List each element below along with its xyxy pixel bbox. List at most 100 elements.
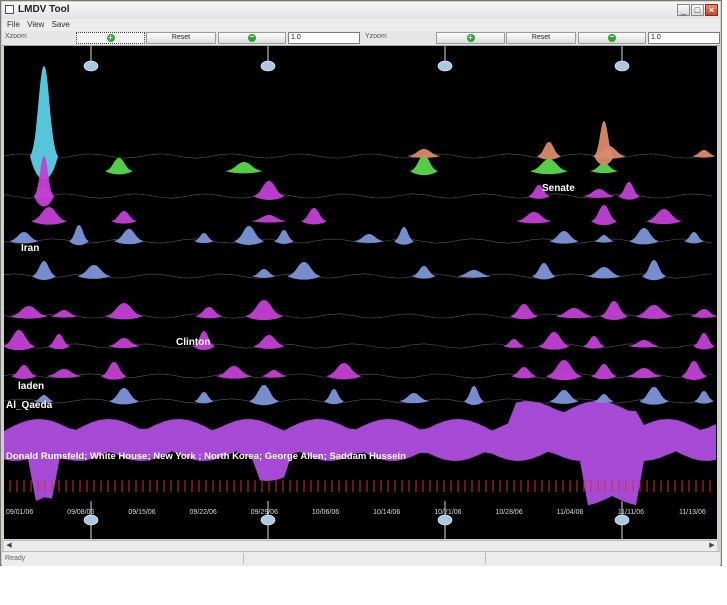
stream-blob: [626, 368, 662, 379]
stream-blob: [251, 215, 287, 223]
close-button[interactable]: ×: [705, 4, 718, 16]
slider-handle[interactable]: [83, 514, 99, 526]
yzoom-in-button[interactable]: +: [436, 32, 505, 44]
date-tick-label: 09/15/06: [128, 509, 155, 516]
stream-blob: [407, 149, 441, 158]
date-ticks: [9, 480, 711, 492]
app-window: LMDV Tool _ □ × File View Save Xzoom + R…: [0, 0, 722, 566]
stream-blob: [410, 155, 438, 176]
horizontal-scrollbar[interactable]: ◀ ▶: [4, 540, 717, 551]
stream-blob: [225, 162, 263, 174]
stream-layers: [4, 66, 717, 506]
stream-blob: [399, 393, 429, 404]
slider-handle[interactable]: [437, 514, 453, 526]
scroll-right-arrow-icon[interactable]: ▶: [707, 541, 717, 551]
stream-blob: [111, 211, 137, 224]
stream-blob: [194, 233, 214, 244]
xzoom-out-button[interactable]: −: [218, 32, 286, 44]
slider-handle[interactable]: [614, 60, 630, 72]
stream-blob: [77, 265, 111, 279]
slider-handle[interactable]: [437, 60, 453, 72]
yzoom-reset-button[interactable]: Reset: [506, 32, 576, 44]
status-bar: Ready: [2, 551, 720, 566]
stream-blob: [249, 385, 279, 406]
stream-blob: [549, 390, 579, 404]
plus-icon: +: [106, 33, 115, 42]
scroll-left-arrow-icon[interactable]: ◀: [4, 541, 14, 551]
time-sliders[interactable]: [83, 46, 630, 539]
date-tick-label: 10/28/06: [495, 509, 522, 516]
stream-blob: [234, 226, 264, 245]
stream-blob: [274, 230, 294, 244]
stream-blob: [105, 303, 143, 320]
stream-blob: [549, 231, 579, 244]
stream-blob: [511, 367, 537, 379]
app-icon: [5, 5, 14, 14]
stream-blob: [287, 262, 321, 280]
stream-blob: [253, 335, 285, 349]
slider-handle[interactable]: [83, 60, 99, 72]
stream-blob: [326, 363, 362, 380]
stream-blob: [464, 386, 484, 405]
menu-view[interactable]: View: [27, 20, 44, 29]
yzoom-value-input[interactable]: 1.0: [648, 32, 720, 44]
stream-blob: [195, 307, 223, 319]
menu-save[interactable]: Save: [52, 20, 70, 29]
stream-blob: [50, 310, 78, 318]
stream-blob: [216, 366, 252, 379]
stream-blob: [646, 209, 682, 225]
yzoom-label: Yzoom: [365, 33, 387, 40]
stream-blob: [101, 362, 127, 380]
plus-icon: +: [466, 33, 475, 42]
xzoom-in-button[interactable]: +: [76, 32, 145, 44]
stream-blob: [555, 308, 593, 319]
menu-bar: File View Save: [2, 19, 720, 31]
stream-blob: [629, 228, 659, 245]
date-tick-label: 10/06/06: [312, 509, 339, 516]
slider-handle[interactable]: [260, 60, 276, 72]
slider-handle[interactable]: [614, 514, 630, 526]
stream-blob: [412, 266, 436, 279]
stream-blob: [10, 306, 48, 319]
stream-spike: [594, 121, 614, 166]
window-title: LMDV Tool: [18, 4, 70, 15]
stream-blob: [516, 212, 552, 224]
stream-blob: [48, 334, 70, 350]
menu-file[interactable]: File: [7, 20, 20, 29]
stream-blob: [546, 360, 582, 381]
label-iran: Iran: [21, 243, 39, 254]
stream-blob: [109, 388, 139, 405]
stream-blob: [628, 340, 660, 348]
date-tick-label: 10/21/06: [434, 509, 461, 516]
date-tick-label: 09/22/06: [190, 509, 217, 516]
maximize-button[interactable]: □: [691, 4, 704, 16]
stream-blob: [261, 370, 287, 378]
xzoom-value-input[interactable]: 1.0: [288, 32, 360, 44]
stream-blob: [693, 333, 715, 350]
stream-blob: [194, 392, 214, 404]
stream-blob: [538, 332, 570, 350]
label-clinton: Clinton: [176, 337, 210, 348]
date-tick-label: 09/08/06: [67, 509, 94, 516]
slider-handle[interactable]: [260, 514, 276, 526]
xzoom-reset-button[interactable]: Reset: [146, 32, 216, 44]
yzoom-out-button[interactable]: −: [578, 32, 646, 44]
stream-blob: [642, 260, 666, 281]
stream-blob: [618, 182, 640, 200]
stream-blob: [684, 232, 704, 244]
visualization-canvas[interactable]: 09/01/06 09/08/06 09/15/06 09/22/06 09/29/06…: [4, 46, 717, 539]
stream-blob: [503, 339, 525, 348]
status-cell-2: [244, 553, 486, 564]
minimize-button[interactable]: _: [677, 4, 690, 16]
label-bottom-topics: Donald Rumsfeld; White House; New York ;…: [6, 451, 406, 462]
stream-blob: [253, 181, 285, 200]
stream-blob: [594, 394, 614, 403]
streamgraph[interactable]: 09/01/06 09/08/06 09/15/06 09/22/06 09/29/06…: [4, 46, 717, 539]
stream-blob: [4, 330, 35, 351]
label-al-qaeda: Al_Qaeda: [6, 400, 53, 411]
stream-blob: [639, 387, 669, 405]
stream-blob: [31, 207, 67, 225]
stream-blob: [600, 301, 628, 320]
date-tick-label: 11/11/06: [618, 509, 644, 516]
stream-blob: [32, 261, 56, 280]
